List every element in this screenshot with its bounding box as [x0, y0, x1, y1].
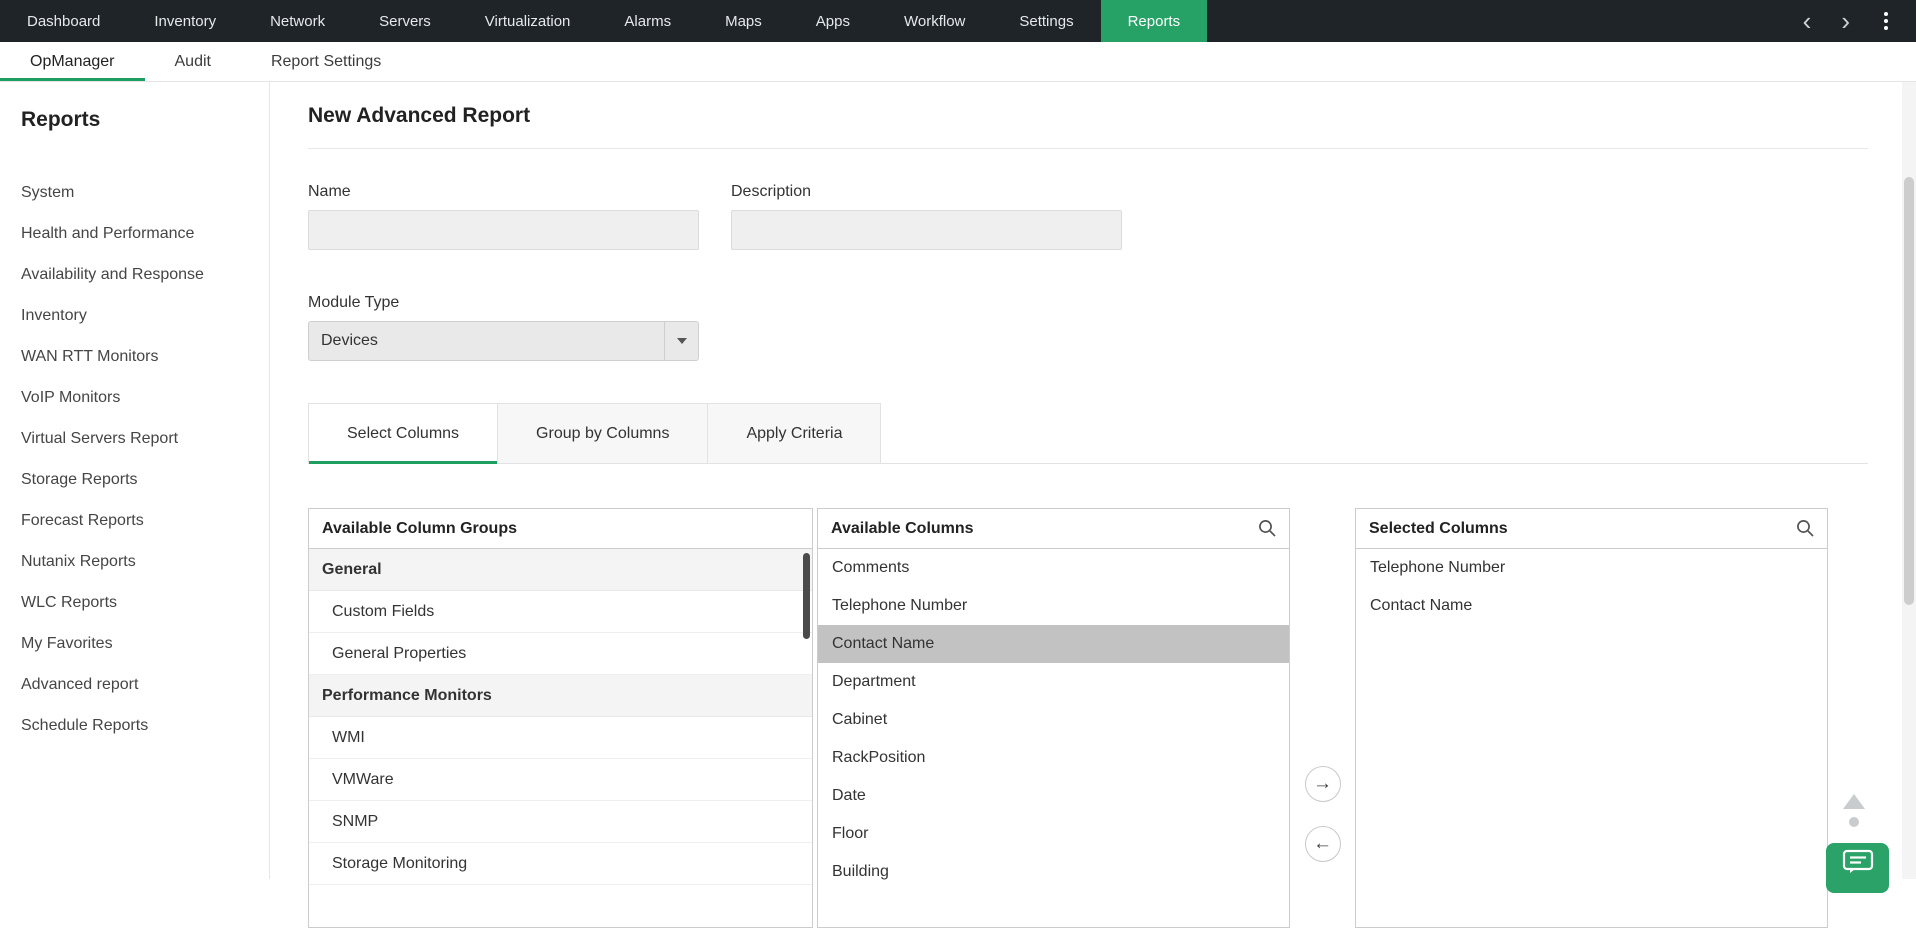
module-type-select[interactable]: Devices — [308, 321, 699, 361]
nav-item-alarms[interactable]: Alarms — [597, 0, 698, 42]
nav-item-settings[interactable]: Settings — [992, 0, 1100, 42]
top-nav: Dashboard Inventory Network Servers Virt… — [0, 0, 1916, 42]
sidebar-title: Reports — [21, 108, 259, 132]
page-title: New Advanced Report — [308, 104, 1868, 128]
module-type-value: Devices — [321, 332, 378, 350]
sidebar-item-voip-monitors[interactable]: VoIP Monitors — [21, 377, 259, 418]
group-row-general[interactable]: General — [309, 549, 812, 591]
search-icon[interactable] — [1258, 519, 1277, 538]
sidebar-item-wan-rtt-monitors[interactable]: WAN RTT Monitors — [21, 336, 259, 377]
available-column-groups-panel: Available Column Groups General Custom F… — [308, 508, 813, 928]
sidebar-item-system[interactable]: System — [21, 172, 259, 213]
available-column-row[interactable]: Cabinet — [818, 701, 1289, 739]
groups-panel-scrollbar-thumb[interactable] — [803, 553, 810, 639]
description-input[interactable] — [731, 210, 1122, 250]
nav-item-maps[interactable]: Maps — [698, 0, 789, 42]
chat-icon — [1842, 849, 1874, 893]
available-column-row[interactable]: Department — [818, 663, 1289, 701]
scroll-indicator-dot — [1849, 817, 1859, 827]
available-column-row[interactable]: Floor — [818, 815, 1289, 853]
group-item-wmi[interactable]: WMI — [309, 717, 812, 759]
available-column-row[interactable]: Comments — [818, 549, 1289, 587]
available-column-row[interactable]: Date — [818, 777, 1289, 815]
available-columns-title: Available Columns — [831, 520, 974, 538]
tab-audit[interactable]: Audit — [145, 42, 241, 81]
tab-select-columns[interactable]: Select Columns — [308, 403, 497, 463]
selected-column-row[interactable]: Telephone Number — [1356, 549, 1827, 587]
nav-item-network[interactable]: Network — [243, 0, 352, 42]
search-icon[interactable] — [1796, 519, 1815, 538]
top-nav-controls: ‹ › — [1803, 0, 1916, 42]
move-buttons: → ← — [1290, 508, 1355, 862]
sidebar-item-forecast-reports[interactable]: Forecast Reports — [21, 500, 259, 541]
kebab-menu-icon[interactable] — [1880, 8, 1892, 34]
available-column-groups-header: Available Column Groups — [309, 509, 812, 549]
back-icon[interactable]: ‹ — [1803, 8, 1812, 34]
sidebar-item-nutanix-reports[interactable]: Nutanix Reports — [21, 541, 259, 582]
nav-item-workflow[interactable]: Workflow — [877, 0, 992, 42]
module-type-label: Module Type — [308, 294, 399, 311]
scroll-to-top-icon[interactable] — [1843, 794, 1865, 809]
sidebar-item-availability-and-response[interactable]: Availability and Response — [21, 254, 259, 295]
available-column-groups-title: Available Column Groups — [322, 520, 517, 538]
arrow-right-icon: → — [1313, 773, 1332, 795]
chevron-down-icon — [677, 338, 687, 344]
tab-opmanager[interactable]: OpManager — [0, 42, 145, 81]
group-item-custom-fields[interactable]: Custom Fields — [309, 591, 812, 633]
selected-columns-panel: Selected Columns Telephone Number Contac… — [1355, 508, 1828, 928]
sidebar-item-my-favorites[interactable]: My Favorites — [21, 623, 259, 664]
nav-item-servers[interactable]: Servers — [352, 0, 458, 42]
report-tabs: Select Columns Group by Columns Apply Cr… — [308, 403, 1868, 464]
arrow-left-icon: ← — [1313, 833, 1332, 855]
dropdown-section[interactable] — [664, 322, 698, 360]
move-right-button[interactable]: → — [1305, 766, 1341, 802]
name-input[interactable] — [308, 210, 699, 250]
tab-report-settings[interactable]: Report Settings — [241, 42, 411, 81]
nav-item-apps[interactable]: Apps — [789, 0, 877, 42]
secondary-nav: OpManager Audit Report Settings — [0, 42, 1916, 82]
sidebar-item-inventory[interactable]: Inventory — [21, 295, 259, 336]
page-scrollbar[interactable] — [1902, 82, 1916, 879]
group-row-performance-monitors[interactable]: Performance Monitors — [309, 675, 812, 717]
available-column-row[interactable]: RackPosition — [818, 739, 1289, 777]
name-label: Name — [308, 183, 699, 201]
tab-group-by-columns[interactable]: Group by Columns — [497, 403, 707, 463]
nav-item-reports[interactable]: Reports — [1101, 0, 1208, 42]
available-column-row[interactable]: Building — [818, 853, 1289, 891]
reports-sidebar: Reports System Health and Performance Av… — [0, 82, 270, 879]
available-column-row-selected[interactable]: Contact Name — [818, 625, 1289, 663]
selected-columns-header: Selected Columns — [1356, 509, 1827, 549]
page-scrollbar-thumb[interactable] — [1904, 177, 1914, 605]
selected-columns-title: Selected Columns — [1369, 520, 1508, 538]
sidebar-item-storage-reports[interactable]: Storage Reports — [21, 459, 259, 500]
group-item-snmp[interactable]: SNMP — [309, 801, 812, 843]
sidebar-item-health-and-performance[interactable]: Health and Performance — [21, 213, 259, 254]
forward-icon[interactable]: › — [1841, 8, 1850, 34]
nav-item-virtualization[interactable]: Virtualization — [458, 0, 598, 42]
available-columns-panel: Available Columns Comments Telephone Num… — [817, 508, 1290, 928]
selected-column-row[interactable]: Contact Name — [1356, 587, 1827, 625]
nav-item-inventory[interactable]: Inventory — [127, 0, 243, 42]
group-item-general-properties[interactable]: General Properties — [309, 633, 812, 675]
support-chat-button[interactable] — [1826, 843, 1889, 893]
sidebar-item-virtual-servers-report[interactable]: Virtual Servers Report — [21, 418, 259, 459]
available-column-row[interactable]: Telephone Number — [818, 587, 1289, 625]
nav-item-dashboard[interactable]: Dashboard — [0, 0, 127, 42]
description-label: Description — [731, 183, 1122, 201]
tab-apply-criteria[interactable]: Apply Criteria — [707, 403, 881, 463]
move-left-button[interactable]: ← — [1305, 826, 1341, 862]
title-divider — [308, 148, 1868, 149]
available-columns-header: Available Columns — [818, 509, 1289, 549]
group-item-vmware[interactable]: VMWare — [309, 759, 812, 801]
sidebar-item-schedule-reports[interactable]: Schedule Reports — [21, 705, 259, 746]
sidebar-item-advanced-report[interactable]: Advanced report — [21, 664, 259, 705]
main-content: New Advanced Report Name Description Mod… — [270, 82, 1916, 879]
sidebar-item-wlc-reports[interactable]: WLC Reports — [21, 582, 259, 623]
